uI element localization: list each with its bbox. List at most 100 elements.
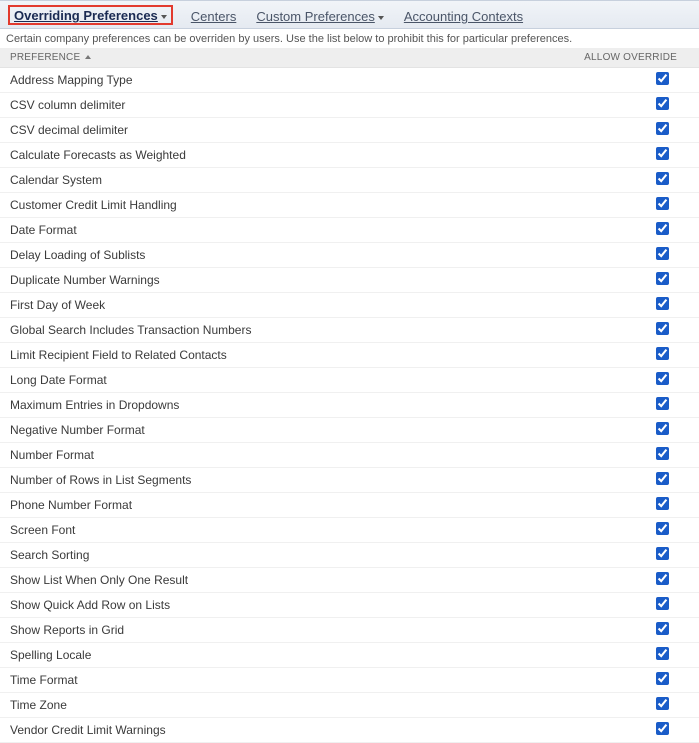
tab-custom-preferences[interactable]: Custom Preferences bbox=[254, 7, 386, 25]
table-row: Number of Rows in List Segments bbox=[0, 468, 699, 493]
allow-override-checkbox[interactable] bbox=[656, 497, 669, 510]
table-row: Date Format bbox=[0, 218, 699, 243]
table-row: Calculate Forecasts as Weighted bbox=[0, 143, 699, 168]
preference-name: Number Format bbox=[0, 443, 560, 468]
allow-override-cell bbox=[560, 543, 699, 568]
allow-override-cell bbox=[560, 193, 699, 218]
tab-bar: Overriding Preferences Centers Custom Pref… bbox=[0, 0, 699, 29]
allow-override-cell bbox=[560, 668, 699, 693]
allow-override-checkbox[interactable] bbox=[656, 97, 669, 110]
table-row: Phone Number Format bbox=[0, 493, 699, 518]
allow-override-cell bbox=[560, 618, 699, 643]
allow-override-cell bbox=[560, 393, 699, 418]
allow-override-checkbox[interactable] bbox=[656, 197, 669, 210]
col-header-allow-override[interactable]: ALLOW OVERRIDE bbox=[560, 48, 699, 68]
table-row: Duplicate Number Warnings bbox=[0, 268, 699, 293]
allow-override-checkbox[interactable] bbox=[656, 622, 669, 635]
table-row: Global Search Includes Transaction Numbe… bbox=[0, 318, 699, 343]
preference-name: Address Mapping Type bbox=[0, 68, 560, 93]
table-row: Show Quick Add Row on Lists bbox=[0, 593, 699, 618]
table-row: CSV column delimiter bbox=[0, 93, 699, 118]
preference-name: Maximum Entries in Dropdowns bbox=[0, 393, 560, 418]
tab-accounting-contexts[interactable]: Accounting Contexts bbox=[402, 7, 525, 25]
allow-override-checkbox[interactable] bbox=[656, 297, 669, 310]
preference-name: Global Search Includes Transaction Numbe… bbox=[0, 318, 560, 343]
tab-overriding-preferences[interactable]: Overriding Preferences bbox=[8, 5, 173, 25]
allow-override-checkbox[interactable] bbox=[656, 597, 669, 610]
allow-override-cell bbox=[560, 118, 699, 143]
table-row: Time Zone bbox=[0, 693, 699, 718]
tab-centers[interactable]: Centers bbox=[189, 7, 239, 25]
allow-override-checkbox[interactable] bbox=[656, 672, 669, 685]
allow-override-checkbox[interactable] bbox=[656, 372, 669, 385]
allow-override-cell bbox=[560, 343, 699, 368]
allow-override-cell bbox=[560, 268, 699, 293]
chevron-down-icon bbox=[378, 16, 384, 20]
allow-override-checkbox[interactable] bbox=[656, 647, 669, 660]
allow-override-checkbox[interactable] bbox=[656, 697, 669, 710]
preference-name: Show Quick Add Row on Lists bbox=[0, 593, 560, 618]
allow-override-cell bbox=[560, 368, 699, 393]
tab-label: Centers bbox=[191, 9, 237, 24]
sort-ascending-icon bbox=[85, 55, 91, 59]
allow-override-checkbox[interactable] bbox=[656, 347, 669, 360]
preference-name: Delay Loading of Sublists bbox=[0, 243, 560, 268]
table-row: CSV decimal delimiter bbox=[0, 118, 699, 143]
preference-name: Screen Font bbox=[0, 518, 560, 543]
table-row: Spelling Locale bbox=[0, 643, 699, 668]
chevron-down-icon bbox=[161, 15, 167, 19]
allow-override-cell bbox=[560, 143, 699, 168]
allow-override-checkbox[interactable] bbox=[656, 447, 669, 460]
help-text: Certain company preferences can be overr… bbox=[0, 29, 699, 48]
allow-override-checkbox[interactable] bbox=[656, 572, 669, 585]
table-row: Vendor Credit Limit Warnings bbox=[0, 718, 699, 743]
allow-override-cell bbox=[560, 418, 699, 443]
table-row: Search Sorting bbox=[0, 543, 699, 568]
preference-name: Duplicate Number Warnings bbox=[0, 268, 560, 293]
allow-override-checkbox[interactable] bbox=[656, 222, 669, 235]
preference-name: Long Date Format bbox=[0, 368, 560, 393]
preference-name: First Day of Week bbox=[0, 293, 560, 318]
table-row: Time Format bbox=[0, 668, 699, 693]
allow-override-checkbox[interactable] bbox=[656, 147, 669, 160]
allow-override-cell bbox=[560, 168, 699, 193]
allow-override-cell bbox=[560, 468, 699, 493]
preference-name: Search Sorting bbox=[0, 543, 560, 568]
allow-override-checkbox[interactable] bbox=[656, 522, 669, 535]
preference-name: Negative Number Format bbox=[0, 418, 560, 443]
preference-name: Calendar System bbox=[0, 168, 560, 193]
allow-override-checkbox[interactable] bbox=[656, 272, 669, 285]
allow-override-cell bbox=[560, 243, 699, 268]
table-row: Customer Credit Limit Handling bbox=[0, 193, 699, 218]
preference-name: Number of Rows in List Segments bbox=[0, 468, 560, 493]
table-row: Delay Loading of Sublists bbox=[0, 243, 699, 268]
allow-override-checkbox[interactable] bbox=[656, 397, 669, 410]
allow-override-cell bbox=[560, 693, 699, 718]
col-header-preference-label: PREFERENCE bbox=[10, 52, 80, 63]
allow-override-checkbox[interactable] bbox=[656, 72, 669, 85]
allow-override-checkbox[interactable] bbox=[656, 722, 669, 735]
preference-name: CSV decimal delimiter bbox=[0, 118, 560, 143]
allow-override-cell bbox=[560, 293, 699, 318]
allow-override-checkbox[interactable] bbox=[656, 547, 669, 560]
preference-name: Show Reports in Grid bbox=[0, 618, 560, 643]
preference-name: CSV column delimiter bbox=[0, 93, 560, 118]
preference-name: Phone Number Format bbox=[0, 493, 560, 518]
allow-override-checkbox[interactable] bbox=[656, 472, 669, 485]
table-header-row: PREFERENCE ALLOW OVERRIDE bbox=[0, 48, 699, 68]
allow-override-checkbox[interactable] bbox=[656, 122, 669, 135]
col-header-preference[interactable]: PREFERENCE bbox=[0, 48, 560, 68]
allow-override-checkbox[interactable] bbox=[656, 247, 669, 260]
allow-override-cell bbox=[560, 93, 699, 118]
table-row: First Day of Week bbox=[0, 293, 699, 318]
allow-override-cell bbox=[560, 518, 699, 543]
preference-name: Limit Recipient Field to Related Contact… bbox=[0, 343, 560, 368]
table-row: Limit Recipient Field to Related Contact… bbox=[0, 343, 699, 368]
allow-override-checkbox[interactable] bbox=[656, 422, 669, 435]
preference-name: Time Format bbox=[0, 668, 560, 693]
preference-name: Date Format bbox=[0, 218, 560, 243]
allow-override-checkbox[interactable] bbox=[656, 322, 669, 335]
allow-override-cell bbox=[560, 643, 699, 668]
allow-override-checkbox[interactable] bbox=[656, 172, 669, 185]
table-row: Address Mapping Type bbox=[0, 68, 699, 93]
